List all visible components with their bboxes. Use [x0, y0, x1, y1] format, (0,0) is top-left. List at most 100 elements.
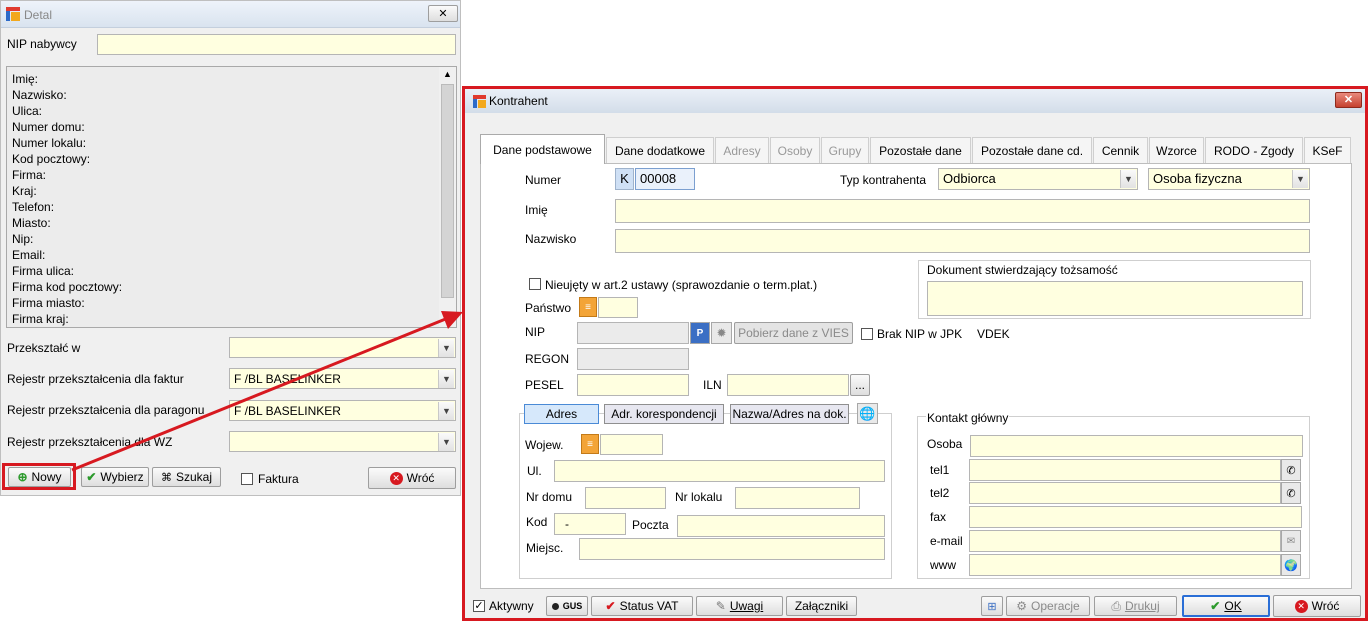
pesel-label: PESEL: [525, 378, 564, 392]
email-label: e-mail: [930, 534, 963, 548]
tel2-input[interactable]: [969, 482, 1281, 504]
status-vat-button[interactable]: ✔ Status VAT: [591, 596, 693, 616]
dokument-input[interactable]: [927, 281, 1303, 316]
tab-content: Numer K 00008 Typ kontrahenta Odbiorca ▼ …: [0, 0, 1368, 621]
status-vat-icon: ✔: [605, 599, 616, 613]
hierarchy-button[interactable]: ⊞: [981, 596, 1003, 616]
wojew-lookup-button[interactable]: ≡: [581, 434, 599, 454]
kontakt-label: Kontakt główny: [926, 411, 1010, 425]
list-icon: ≡: [585, 301, 591, 313]
poczta-input[interactable]: [677, 515, 885, 537]
iln-input[interactable]: [727, 374, 849, 396]
tel2-call-button[interactable]: ✆: [1281, 482, 1301, 504]
vies-button[interactable]: Pobierz dane z VIES: [734, 322, 853, 344]
status-vat-label: Status VAT: [619, 599, 679, 613]
chevron-down-icon[interactable]: ▼: [1292, 170, 1308, 188]
tel2-label: tel2: [930, 486, 950, 500]
typ-kontrahenta-select[interactable]: Odbiorca ▼: [938, 168, 1138, 190]
nieujety-label: Nieujęty w art.2 ustawy (sprawozdanie o …: [545, 278, 818, 292]
globe-button[interactable]: 🌐: [857, 403, 878, 424]
tel1-input[interactable]: [969, 459, 1281, 481]
www-input[interactable]: [969, 554, 1281, 576]
fax-input[interactable]: [969, 506, 1302, 528]
tab-dane-podstawowe[interactable]: Dane podstawowe: [480, 134, 605, 164]
drukuj-button[interactable]: ⎙ Drukuj: [1094, 596, 1177, 616]
tab-adr-korespondencji[interactable]: Adr. korespondencji: [604, 404, 724, 424]
fax-label: fax: [930, 510, 947, 524]
imie-input[interactable]: [615, 199, 1310, 223]
ul-input[interactable]: [554, 460, 885, 482]
imie-label: Imię: [525, 203, 548, 217]
panstwo-input[interactable]: [598, 297, 638, 318]
note-icon: ✎: [715, 599, 726, 613]
typ-kontrahenta-label: Typ kontrahenta: [840, 173, 927, 187]
nip-settings-button[interactable]: ✹: [711, 322, 732, 344]
tab-nazwa-adres-na-dok[interactable]: Nazwa/Adres na dok.: [730, 404, 849, 424]
nip-input[interactable]: [577, 322, 689, 344]
kod-label: Kod: [526, 515, 548, 529]
pesel-input[interactable]: [577, 374, 689, 396]
nr-lokalu-input[interactable]: [735, 487, 860, 509]
nip-label: NIP: [525, 325, 546, 339]
iln-lookup-button[interactable]: ...: [850, 374, 870, 396]
mail-icon: ✉: [1286, 535, 1296, 547]
osoba-input[interactable]: [970, 435, 1303, 457]
ok-label: OK: [1224, 599, 1242, 613]
regon-input[interactable]: [577, 348, 689, 370]
kod-input[interactable]: -: [554, 513, 626, 535]
miejsc-input[interactable]: [579, 538, 885, 560]
gus-button[interactable]: GUS: [546, 596, 588, 616]
nip-p-button[interactable]: P: [690, 322, 710, 344]
brak-nip-checkbox[interactable]: [861, 328, 873, 340]
numer-input[interactable]: 00008: [635, 168, 695, 190]
tab-adres[interactable]: Adres: [524, 404, 599, 424]
uwagi-label: Uwagi: [729, 599, 764, 613]
email-input[interactable]: [969, 530, 1281, 552]
gear-icon: ✹: [716, 326, 727, 340]
panstwo-lookup-button[interactable]: ≡: [579, 297, 597, 317]
phone-icon: ✆: [1286, 464, 1296, 477]
p-icon: P: [696, 327, 704, 339]
tel1-call-button[interactable]: ✆: [1281, 459, 1301, 481]
nazwisko-label: Nazwisko: [525, 232, 577, 246]
nr-domu-label: Nr domu: [526, 490, 573, 504]
nr-domu-input[interactable]: [585, 487, 666, 509]
wojew-label: Wojew.: [525, 438, 564, 452]
gus-icon: [551, 602, 559, 610]
typ-kontrahenta-value: Odbiorca: [943, 171, 996, 186]
globe-icon: 🌐: [859, 405, 876, 421]
tel1-label: tel1: [930, 463, 950, 477]
email-send-button[interactable]: ✉: [1281, 530, 1301, 552]
miejsc-label: Miejsc.: [526, 541, 564, 555]
drukuj-label: Drukuj: [1124, 599, 1160, 613]
regon-label: REGON: [525, 352, 570, 366]
www-open-button[interactable]: 🌍: [1281, 554, 1301, 576]
nieujety-checkbox[interactable]: [529, 278, 541, 290]
ok-button[interactable]: ✔ OK: [1182, 595, 1270, 617]
www-label: www: [930, 558, 956, 572]
osoba-label: Osoba: [927, 437, 963, 451]
wroc-label: Wróć: [1311, 599, 1340, 613]
uwagi-button[interactable]: ✎ Uwagi: [696, 596, 783, 616]
aktywny-label: Aktywny: [489, 599, 534, 613]
osoba-fizyczna-value: Osoba fizyczna: [1153, 171, 1242, 186]
poczta-label: Poczta: [632, 518, 669, 532]
aktywny-checkbox[interactable]: ✓: [473, 600, 485, 612]
printer-icon: ⎙: [1111, 598, 1121, 613]
operacje-button[interactable]: ⚙ Operacje: [1006, 596, 1090, 616]
dokument-label: Dokument stwierdzający tożsamość: [927, 263, 1118, 277]
kontrahent-wroc-button[interactable]: ✕ Wróć: [1273, 595, 1361, 617]
wojew-input[interactable]: [600, 434, 663, 455]
globe-icon: 🌍: [1284, 559, 1298, 572]
osoba-fizyczna-select[interactable]: Osoba fizyczna ▼: [1148, 168, 1310, 190]
zalaczniki-button[interactable]: Załączniki: [786, 596, 857, 616]
chevron-down-icon[interactable]: ▼: [1120, 170, 1136, 188]
brak-nip-label: Brak NIP w JPK: [877, 327, 963, 341]
list-icon: ≡: [587, 438, 593, 450]
numer-prefix: K: [615, 168, 634, 190]
check-icon: ✔: [1210, 599, 1221, 613]
gus-label: GUS: [562, 601, 583, 611]
nr-lokalu-label: Nr lokalu: [675, 490, 723, 504]
nazwisko-input[interactable]: [615, 229, 1310, 253]
iln-label: ILN: [703, 378, 722, 392]
